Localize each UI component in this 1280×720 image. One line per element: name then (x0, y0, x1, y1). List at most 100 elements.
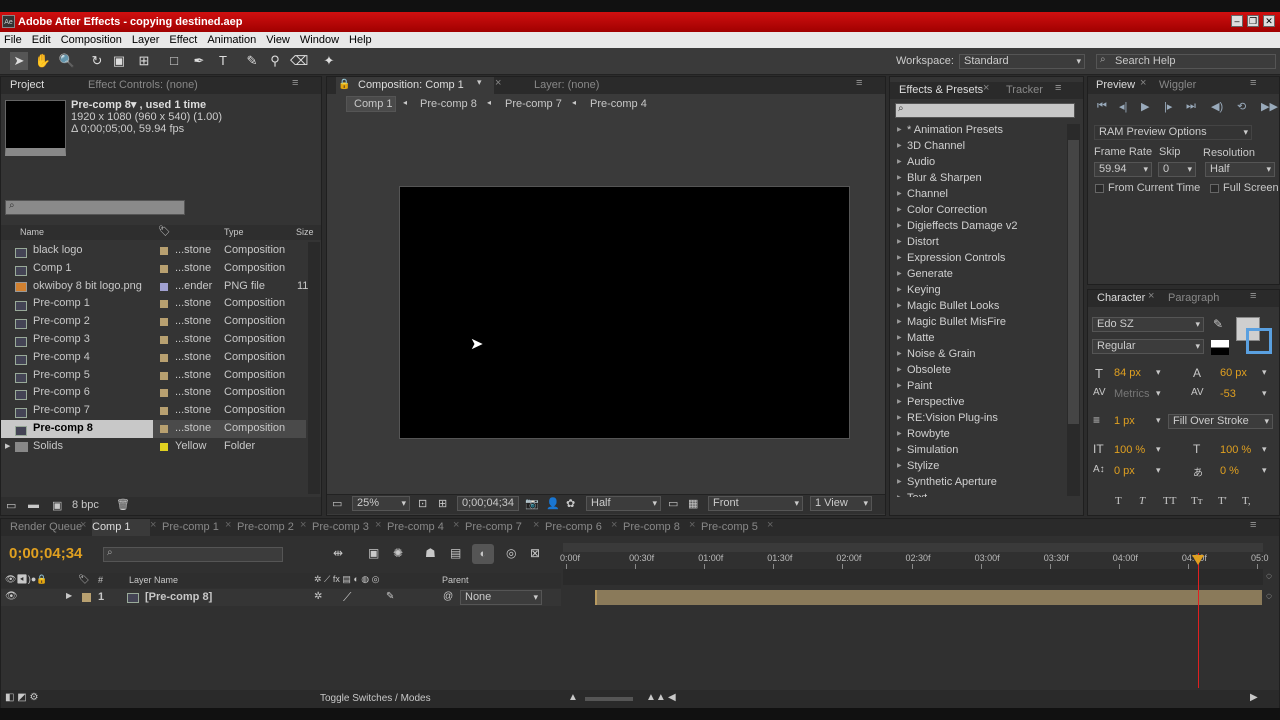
project-item[interactable]: Pre-comp 1 ...stone Composition (1, 295, 306, 313)
tsume-value[interactable]: 0 % (1220, 465, 1239, 477)
resolution-dropdown[interactable]: Half (586, 496, 661, 511)
close-icon[interactable]: × (1148, 290, 1154, 302)
tab-preview[interactable]: Preview (1096, 77, 1135, 94)
effect-category[interactable]: Simulation (893, 442, 1063, 458)
zoom-tool-icon[interactable]: 🔍 (58, 52, 76, 70)
label-color-swatch[interactable] (160, 300, 168, 309)
effect-category[interactable]: 3D Channel (893, 138, 1063, 154)
zoom-in-icon[interactable]: ▲▲ (646, 692, 666, 703)
project-item[interactable]: black logo ...stone Composition (1, 242, 306, 260)
effects-scroll-thumb[interactable] (1068, 140, 1079, 424)
pick-whip-icon[interactable]: @ (443, 591, 453, 602)
zoom-dropdown[interactable]: 25% (352, 496, 410, 511)
effect-category[interactable]: Paint (893, 378, 1063, 394)
baseline-shift-value[interactable]: 0 px (1114, 465, 1135, 477)
zoom-slider[interactable] (585, 697, 633, 701)
crumb-pre-comp-4[interactable]: Pre-comp 4 (590, 98, 647, 110)
eyedropper-icon[interactable]: ✎ (1213, 317, 1223, 331)
effect-category[interactable]: Noise & Grain (893, 346, 1063, 362)
menu-window[interactable]: Window (296, 32, 345, 48)
first-frame-icon[interactable]: ⏮ (1097, 100, 1107, 113)
snapshot-icon[interactable]: 📷 (525, 497, 539, 510)
expand-triangle-icon[interactable]: ▶ (66, 591, 72, 600)
search-help-input[interactable]: Search Help (1096, 54, 1276, 69)
close-icon[interactable]: × (1140, 77, 1146, 89)
always-preview-icon[interactable]: ▭ (332, 497, 342, 510)
minimize-icon[interactable]: – (1231, 15, 1243, 27)
show-snapshot-icon[interactable]: 👤 (546, 497, 560, 510)
full-screen-checkbox[interactable] (1210, 184, 1219, 193)
close-icon[interactable]: × (611, 519, 617, 531)
label-column-icon[interactable]: 🏷 (158, 226, 171, 237)
project-item[interactable]: okwiboy 8 bit logo.png ...ender PNG file 11 (1, 278, 308, 296)
timeline-tab[interactable]: Pre-comp 6 (545, 519, 602, 536)
effect-category[interactable]: Audio (893, 154, 1063, 170)
chevron-down-icon[interactable]: ▾ (477, 77, 482, 88)
trash-icon[interactable]: 🗑 (116, 498, 130, 511)
layer-label-color[interactable] (82, 593, 91, 602)
current-time-indicator[interactable] (1197, 553, 1199, 688)
menu-animation[interactable]: Animation (203, 32, 262, 48)
chevron-down-icon[interactable]: ▾ (1156, 388, 1161, 399)
label-color-swatch[interactable] (160, 424, 168, 433)
tab-paragraph[interactable]: Paragraph (1168, 290, 1219, 307)
timeline-tab[interactable]: Render Queue (10, 519, 82, 536)
column-type[interactable]: Type (224, 227, 244, 237)
from-current-time-checkbox[interactable] (1095, 184, 1104, 193)
adjustment-icon[interactable]: ✎ (386, 591, 394, 602)
label-color-swatch[interactable] (160, 247, 168, 255)
last-frame-icon[interactable]: ⏭ (1186, 100, 1196, 113)
close-icon[interactable]: × (689, 519, 695, 531)
quality-icon[interactable]: ⟋ (343, 590, 351, 605)
motion-blur-icon[interactable]: ◐ (472, 544, 494, 564)
toggle-switches-modes-button[interactable]: Toggle Switches / Modes (320, 693, 431, 704)
interpret-footage-icon[interactable]: ▭ (6, 499, 16, 512)
close-icon[interactable]: × (983, 82, 989, 94)
label-color-swatch[interactable] (160, 264, 168, 273)
close-icon[interactable]: ✕ (1263, 15, 1275, 27)
pen-tool-icon[interactable]: ✒ (190, 52, 208, 70)
project-item[interactable]: ▶ Solids Yellow Folder (1, 438, 306, 456)
stroke-mode-dropdown[interactable]: Fill Over Stroke (1168, 414, 1273, 429)
chevron-down-icon[interactable]: ▾ (1156, 465, 1161, 476)
workspace-dropdown[interactable]: Standard (959, 54, 1085, 69)
camera-tool-icon[interactable]: ▣ (110, 52, 128, 70)
preview-resolution-dropdown[interactable]: Half (1205, 162, 1275, 177)
close-icon[interactable]: × (453, 519, 459, 531)
new-folder-icon[interactable]: ▬ (28, 499, 39, 511)
close-icon[interactable]: × (495, 77, 501, 89)
comp-mini-flowchart-icon[interactable]: ⇹ (333, 546, 343, 560)
puppet-tool-icon[interactable]: ✦ (320, 52, 338, 70)
tab-layer[interactable]: Layer: (none) (534, 77, 599, 94)
timeline-tab[interactable]: Pre-comp 8 (623, 519, 680, 536)
rectangle-tool-icon[interactable]: □ (165, 52, 183, 70)
crumb-pre-comp-7[interactable]: Pre-comp 7 (505, 98, 562, 110)
all-caps-button[interactable]: TT (1163, 495, 1176, 507)
column-size[interactable]: Size (296, 227, 314, 237)
font-style-dropdown[interactable]: Regular (1092, 339, 1204, 354)
faux-italic-button[interactable]: T (1139, 495, 1145, 507)
tab-character[interactable]: Character (1097, 290, 1145, 307)
project-item[interactable]: Pre-comp 4 ...stone Composition (1, 349, 306, 367)
close-icon[interactable]: × (225, 519, 231, 531)
skip-dropdown[interactable]: 0 (1158, 162, 1196, 177)
graph-editor-icon[interactable]: ⊠ (530, 546, 540, 560)
comp-timecode[interactable]: 0;00;04;34 (457, 496, 519, 511)
type-tool-icon[interactable]: T (214, 52, 232, 70)
effect-category[interactable]: Matte (893, 330, 1063, 346)
layer-switches-toggle-icon[interactable]: ◧ ◩ ⚙ (5, 692, 38, 703)
frame-blending-icon[interactable]: ▤ (450, 546, 461, 560)
frame-rate-dropdown[interactable]: 59.94 (1094, 162, 1152, 177)
timeline-tab[interactable]: Pre-comp 5 (701, 519, 758, 536)
project-item[interactable]: Pre-comp 5 ...stone Composition (1, 367, 306, 385)
font-size-value[interactable]: 84 px (1114, 367, 1141, 379)
effect-category[interactable]: Rowbyte (893, 426, 1063, 442)
menu-help[interactable]: Help (345, 32, 378, 48)
panel-menu-icon[interactable]: ≡ (1250, 290, 1256, 302)
layer-name-header[interactable]: Layer Name (129, 575, 178, 585)
parent-dropdown[interactable]: None (460, 590, 542, 605)
project-item[interactable]: Pre-comp 8 ...stone Composition (1, 419, 306, 438)
panel-menu-icon[interactable]: ≡ (856, 77, 862, 89)
effect-category[interactable]: Blur & Sharpen (893, 170, 1063, 186)
label-color-swatch[interactable] (160, 353, 168, 362)
